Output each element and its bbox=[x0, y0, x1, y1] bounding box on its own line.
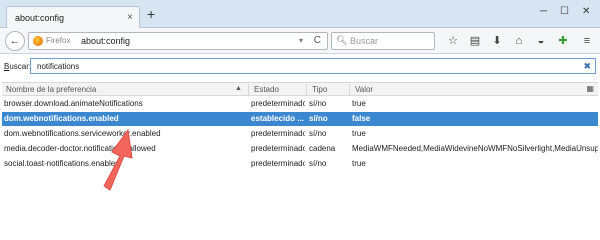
minimize-button[interactable]: ─ bbox=[540, 6, 547, 17]
pref-tipo: cadena bbox=[309, 144, 336, 153]
column-divider[interactable] bbox=[349, 84, 350, 95]
pref-estado: predeterminado bbox=[251, 99, 305, 108]
addon-icon[interactable]: ✚ bbox=[556, 34, 570, 48]
star-icon[interactable]: ☆ bbox=[446, 34, 460, 48]
pref-estado: predeterminado bbox=[251, 129, 305, 138]
url-text[interactable]: about:config bbox=[81, 36, 130, 46]
firefox-logo-icon bbox=[33, 36, 43, 46]
clear-filter-icon[interactable]: ✖ bbox=[583, 61, 591, 72]
column-divider[interactable] bbox=[248, 84, 249, 95]
maximize-button[interactable]: ☐ bbox=[560, 6, 569, 17]
reading-list-icon[interactable]: ▤ bbox=[468, 34, 482, 48]
url-history-dropdown-icon[interactable]: ▾ bbox=[299, 36, 303, 45]
back-button[interactable]: ← bbox=[5, 31, 25, 51]
annotation-arrow-icon bbox=[103, 128, 133, 191]
pref-name: browser.download.animateNotifications bbox=[4, 99, 143, 108]
column-divider[interactable] bbox=[306, 84, 307, 95]
url-bar[interactable]: Firefox about:config ▾ C bbox=[28, 32, 328, 50]
pref-valor: true bbox=[352, 129, 366, 138]
table-header: Nombre de la preferencia ▲ Estado Tipo V… bbox=[2, 82, 598, 96]
search-bar[interactable]: 🔍︎ Buscar bbox=[331, 32, 435, 50]
filter-label: Buscar: bbox=[4, 62, 32, 71]
tab-close-icon[interactable]: × bbox=[127, 12, 133, 23]
pref-estado: predeterminado bbox=[251, 144, 305, 153]
filter-value: notifications bbox=[37, 62, 80, 71]
pref-estado: predeterminado bbox=[251, 159, 305, 168]
pref-valor: MediaWMFNeeded,MediaWidevineNoWMFNoSilve… bbox=[352, 144, 598, 153]
column-picker-icon[interactable]: ▦ bbox=[586, 84, 594, 93]
pref-tipo: sí/no bbox=[309, 99, 327, 108]
menu-icon[interactable]: ≡ bbox=[580, 34, 594, 48]
pref-valor: false bbox=[352, 114, 371, 123]
tab-title: about:config bbox=[15, 13, 65, 23]
pref-estado: establecido ... bbox=[251, 114, 304, 123]
tab-about-config[interactable]: about:config × bbox=[6, 6, 140, 28]
filter-input[interactable]: notifications ✖ bbox=[30, 58, 596, 74]
column-header-estado[interactable]: Estado bbox=[254, 85, 279, 94]
search-placeholder: Buscar bbox=[350, 36, 379, 46]
column-header-tipo[interactable]: Tipo bbox=[312, 85, 327, 94]
table-row[interactable]: browser.download.animateNotifications pr… bbox=[2, 97, 598, 111]
column-header-valor[interactable]: Valor bbox=[355, 85, 373, 94]
search-icon: 🔍︎ bbox=[336, 35, 348, 45]
identity-label[interactable]: Firefox bbox=[46, 36, 70, 45]
column-header-name[interactable]: Nombre de la preferencia bbox=[6, 85, 96, 94]
home-icon[interactable]: ⌂ bbox=[512, 34, 526, 48]
pref-valor: true bbox=[352, 159, 366, 168]
pref-valor: true bbox=[352, 99, 366, 108]
pref-tipo: sí/no bbox=[309, 159, 327, 168]
reload-icon[interactable]: C bbox=[314, 35, 321, 46]
filter-row: Buscar: notifications ✖ bbox=[0, 54, 600, 78]
table-row-selected[interactable]: dom.webnotifications.enabled establecido… bbox=[2, 112, 598, 126]
download-icon[interactable]: ⬇ bbox=[490, 34, 504, 48]
navigation-toolbar: ← Firefox about:config ▾ C 🔍︎ Buscar ☆ ▤… bbox=[0, 28, 600, 54]
pref-tipo: sí/no bbox=[309, 129, 327, 138]
title-bar: about:config × + ─ ☐ ✕ bbox=[0, 0, 600, 28]
arrow-shape bbox=[103, 128, 133, 191]
new-tab-button[interactable]: + bbox=[147, 7, 155, 21]
pref-tipo: sí/no bbox=[309, 114, 328, 123]
close-window-button[interactable]: ✕ bbox=[582, 6, 590, 17]
pref-name: dom.webnotifications.enabled bbox=[4, 114, 119, 123]
pocket-icon[interactable]: ◒ bbox=[534, 34, 548, 48]
sort-ascending-icon: ▲ bbox=[235, 85, 242, 92]
